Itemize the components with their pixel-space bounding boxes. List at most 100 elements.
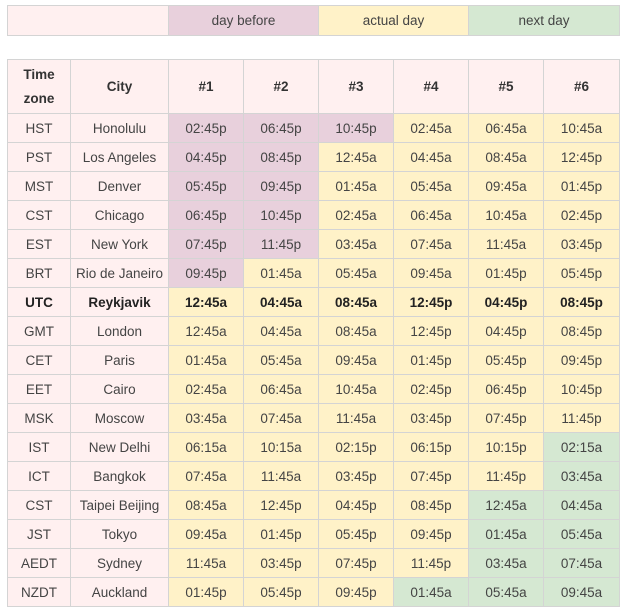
legend-next-day: next day <box>468 5 620 36</box>
city-cell: Chicago <box>70 200 169 230</box>
time-cell-slot-5: 05:45p <box>468 345 544 375</box>
time-cell-slot-5: 11:45p <box>468 461 544 491</box>
time-cell-slot-2: 01:45p <box>243 519 319 549</box>
time-cell-slot-4: 07:45a <box>393 229 469 259</box>
header-slot-2: #2 <box>243 59 319 114</box>
time-cell-slot-6: 10:45a <box>543 113 620 143</box>
table-row: NZDT Auckland 01:45p 05:45p 09:45p 01:45a 05:4… <box>7 577 620 607</box>
time-cell-slot-2: 07:45a <box>243 403 319 433</box>
time-cell-slot-6: 05:45a <box>543 519 620 549</box>
table-row: JST Tokyo 09:45a 01:45p 05:45p 09:45p 01:45a 05… <box>7 519 620 549</box>
time-cell-slot-3: 08:45a <box>318 287 394 317</box>
time-cell-slot-4: 01:45a <box>393 577 469 607</box>
time-cell-slot-4: 06:15p <box>393 432 469 462</box>
time-cell-slot-5: 06:45a <box>468 113 544 143</box>
time-cell-slot-3: 02:15p <box>318 432 394 462</box>
time-zone-cell: UTC <box>7 287 71 317</box>
table-row: EET Cairo 02:45a 06:45a 10:45a 02:45p 06:45p 10… <box>7 374 620 404</box>
time-cell-slot-5: 10:15p <box>468 432 544 462</box>
time-cell-slot-4: 06:45a <box>393 200 469 230</box>
time-cell-slot-4: 11:45p <box>393 548 469 578</box>
header-slot-4: #4 <box>393 59 469 114</box>
time-cell-slot-1: 02:45a <box>168 374 244 404</box>
time-cell-slot-3: 04:45p <box>318 490 394 520</box>
city-cell: Tokyo <box>70 519 169 549</box>
time-cell-slot-3: 05:45a <box>318 258 394 288</box>
time-cell-slot-6: 07:45a <box>543 548 620 578</box>
table-row: MSK Moscow 03:45a 07:45a 11:45a 03:45p 07:45p 1… <box>7 403 620 433</box>
time-cell-slot-1: 12:45a <box>168 287 244 317</box>
city-cell: Taipei Beijing <box>70 490 169 520</box>
time-cell-slot-5: 06:45p <box>468 374 544 404</box>
table-row: CST Taipei Beijing 08:45a 12:45p 04:45p 08:45… <box>7 490 620 520</box>
time-zone-cell: CST <box>7 490 71 520</box>
time-cell-slot-3: 05:45p <box>318 519 394 549</box>
time-cell-slot-1: 08:45a <box>168 490 244 520</box>
table-row: BRT Rio de Janeiro 09:45p 01:45a 05:45a 09:45… <box>7 258 620 288</box>
time-zone-cell: HST <box>7 113 71 143</box>
time-cell-slot-5: 11:45a <box>468 229 544 259</box>
time-cell-slot-1: 07:45p <box>168 229 244 259</box>
time-cell-slot-2: 10:15a <box>243 432 319 462</box>
time-zone-cell: BRT <box>7 258 71 288</box>
header-time-zone: Time zone <box>7 59 71 114</box>
time-zone-cell: AEDT <box>7 548 71 578</box>
time-cell-slot-1: 06:15a <box>168 432 244 462</box>
time-cell-slot-6: 03:45a <box>543 461 620 491</box>
table-row: AEDT Sydney 11:45a 03:45p 07:45p 11:45p 03:45a… <box>7 548 620 578</box>
table-body: HST Honolulu 02:45p 06:45p 10:45p 02:45a 06:45… <box>7 113 620 607</box>
time-zone-cell: IST <box>7 432 71 462</box>
time-cell-slot-4: 09:45p <box>393 519 469 549</box>
time-cell-slot-5: 09:45a <box>468 171 544 201</box>
time-cell-slot-3: 07:45p <box>318 548 394 578</box>
time-cell-slot-4: 04:45a <box>393 142 469 172</box>
time-cell-slot-2: 03:45p <box>243 548 319 578</box>
table-row: UTC Reykjavik 12:45a 04:45a 08:45a 12:45p 04:4… <box>7 287 620 317</box>
time-cell-slot-2: 10:45p <box>243 200 319 230</box>
time-cell-slot-4: 12:45p <box>393 287 469 317</box>
time-cell-slot-5: 05:45a <box>468 577 544 607</box>
time-cell-slot-4: 12:45p <box>393 316 469 346</box>
time-zone-cell: ICT <box>7 461 71 491</box>
time-cell-slot-3: 02:45a <box>318 200 394 230</box>
time-cell-slot-6: 04:45a <box>543 490 620 520</box>
time-cell-slot-2: 09:45p <box>243 171 319 201</box>
city-cell: New York <box>70 229 169 259</box>
time-cell-slot-3: 08:45a <box>318 316 394 346</box>
time-zone-cell: GMT <box>7 316 71 346</box>
time-cell-slot-1: 11:45a <box>168 548 244 578</box>
time-cell-slot-2: 11:45p <box>243 229 319 259</box>
time-cell-slot-1: 01:45a <box>168 345 244 375</box>
time-cell-slot-6: 02:45p <box>543 200 620 230</box>
time-zone-cell: EST <box>7 229 71 259</box>
time-cell-slot-1: 03:45a <box>168 403 244 433</box>
time-cell-slot-5: 08:45a <box>468 142 544 172</box>
table-row: MST Denver 05:45p 09:45p 01:45a 05:45a 09:45a 0… <box>7 171 620 201</box>
time-zone-cell: EET <box>7 374 71 404</box>
time-cell-slot-2: 05:45a <box>243 345 319 375</box>
time-cell-slot-5: 07:45p <box>468 403 544 433</box>
time-cell-slot-5: 10:45a <box>468 200 544 230</box>
time-cell-slot-2: 08:45p <box>243 142 319 172</box>
legend-day-before: day before <box>168 5 319 36</box>
time-cell-slot-4: 02:45a <box>393 113 469 143</box>
time-cell-slot-2: 04:45a <box>243 316 319 346</box>
time-cell-slot-6: 03:45p <box>543 229 620 259</box>
time-cell-slot-6: 05:45p <box>543 258 620 288</box>
time-cell-slot-4: 09:45a <box>393 258 469 288</box>
table-header-row: Time zone City #1 #2 #3 #4 #5 #6 <box>7 59 620 114</box>
time-cell-slot-6: 02:15a <box>543 432 620 462</box>
table-row: CST Chicago 06:45p 10:45p 02:45a 06:45a 10:45a… <box>7 200 620 230</box>
time-cell-slot-1: 09:45p <box>168 258 244 288</box>
time-cell-slot-4: 05:45a <box>393 171 469 201</box>
time-cell-slot-3: 12:45a <box>318 142 394 172</box>
time-cell-slot-2: 11:45a <box>243 461 319 491</box>
time-cell-slot-2: 12:45p <box>243 490 319 520</box>
time-cell-slot-5: 01:45p <box>468 258 544 288</box>
header-slot-6: #6 <box>543 59 620 114</box>
city-cell: Honolulu <box>70 113 169 143</box>
table-row: CET Paris 01:45a 05:45a 09:45a 01:45p 05:45p 09… <box>7 345 620 375</box>
time-cell-slot-3: 10:45a <box>318 374 394 404</box>
time-zone-cell: PST <box>7 142 71 172</box>
time-cell-slot-5: 04:45p <box>468 287 544 317</box>
